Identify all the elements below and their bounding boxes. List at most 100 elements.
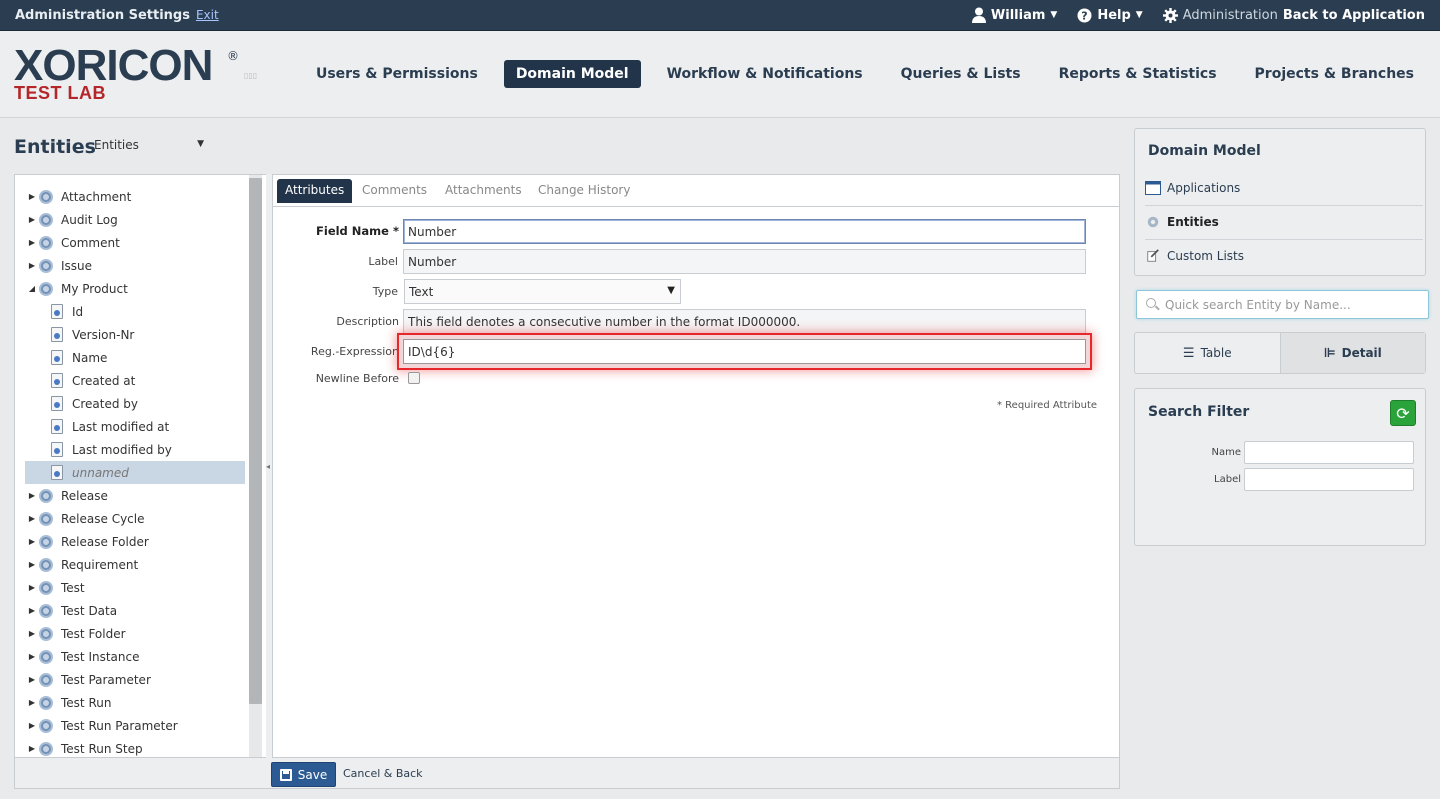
entity-type-select[interactable]: Entities ▼ bbox=[94, 138, 206, 152]
collapsed-arrow-icon[interactable]: ▶ bbox=[25, 238, 39, 247]
label-input[interactable]: Number bbox=[403, 249, 1086, 274]
tree-entity-item[interactable]: ▶ Test Run Parameter bbox=[25, 714, 245, 737]
topbar-right: William ▼ ? Help ▼ Administration Back t… bbox=[971, 7, 1425, 23]
collapsed-arrow-icon[interactable]: ▶ bbox=[25, 537, 39, 546]
back-to-application-link[interactable]: Administration Back to Application bbox=[1162, 7, 1425, 23]
tree-entity-item[interactable]: ▶ Release bbox=[25, 484, 245, 507]
tree-entity-item[interactable]: ▶ Test Parameter bbox=[25, 668, 245, 691]
exit-link[interactable]: Exit bbox=[196, 8, 219, 22]
tree-item-label: Test bbox=[61, 580, 85, 595]
nav-reports-statistics[interactable]: Reports & Statistics bbox=[1047, 60, 1229, 88]
filter-label-label: Label bbox=[1214, 474, 1241, 485]
expanded-arrow-icon[interactable]: ◢ bbox=[25, 284, 39, 293]
tree-item-label: Created at bbox=[72, 373, 136, 388]
field-icon bbox=[51, 373, 63, 388]
tree-attribute-item[interactable]: Created at bbox=[25, 369, 245, 392]
action-bar: Save Cancel & Back bbox=[14, 758, 1120, 789]
field-name-input[interactable]: Number bbox=[403, 219, 1086, 244]
tree-item-label: Created by bbox=[72, 396, 139, 411]
collapsed-arrow-icon[interactable]: ▶ bbox=[25, 629, 39, 638]
field-icon bbox=[51, 442, 63, 457]
tab-change-history[interactable]: Change History bbox=[530, 179, 638, 203]
nav-users-permissions[interactable]: Users & Permissions bbox=[304, 60, 490, 88]
tab-comments[interactable]: Comments bbox=[354, 179, 435, 203]
collapsed-arrow-icon[interactable]: ▶ bbox=[25, 606, 39, 615]
cancel-back-link[interactable]: Cancel & Back bbox=[343, 767, 423, 780]
sidebar-item-custom-lists[interactable]: Custom Lists bbox=[1145, 239, 1423, 273]
help-menu[interactable]: ? Help ▼ bbox=[1077, 8, 1143, 23]
collapsed-arrow-icon[interactable]: ▶ bbox=[25, 583, 39, 592]
type-field-label: Type bbox=[372, 285, 398, 298]
description-input[interactable]: This field denotes a consecutive number … bbox=[403, 309, 1086, 334]
wrench-icon bbox=[1147, 249, 1159, 262]
table-view-button[interactable]: ☰ Table bbox=[1135, 333, 1280, 373]
tree-entity-item[interactable]: ▶ Test Run bbox=[25, 691, 245, 714]
collapsed-arrow-icon[interactable]: ▶ bbox=[25, 491, 39, 500]
collapsed-arrow-icon[interactable]: ▶ bbox=[25, 192, 39, 201]
tree-attribute-item[interactable]: Last modified at bbox=[25, 415, 245, 438]
regex-field-label: Reg.-Expression bbox=[310, 345, 399, 358]
page-title: Entities bbox=[14, 136, 96, 158]
tree-entity-item[interactable]: ▶ Test Instance bbox=[25, 645, 245, 668]
nav-workflow-notifications[interactable]: Workflow & Notifications bbox=[655, 60, 875, 88]
user-icon bbox=[971, 7, 986, 23]
admin-settings-title: Administration Settings bbox=[15, 7, 190, 23]
custom-lists-label: Custom Lists bbox=[1167, 249, 1245, 263]
filter-label-input[interactable] bbox=[1244, 468, 1414, 491]
tree-attribute-item[interactable]: Name bbox=[25, 346, 245, 369]
chevron-down-icon: ▼ bbox=[197, 139, 204, 149]
tree-entity-item[interactable]: ▶ Audit Log bbox=[25, 208, 245, 231]
collapsed-arrow-icon[interactable]: ▶ bbox=[25, 721, 39, 730]
quick-search-input[interactable]: Quick search Entity by Name... bbox=[1136, 290, 1429, 319]
nav-projects-branches[interactable]: Projects & Branches bbox=[1243, 60, 1426, 88]
tree-attribute-item[interactable]: Id bbox=[25, 300, 245, 323]
tree-entity-item[interactable]: ▶ Test Data bbox=[25, 599, 245, 622]
detail-view-button[interactable]: ⊫ Detail bbox=[1279, 333, 1425, 373]
collapsed-arrow-icon[interactable]: ▶ bbox=[25, 215, 39, 224]
tree-entity-item[interactable]: ▶ Issue bbox=[25, 254, 245, 277]
entity-icon bbox=[39, 649, 53, 664]
tree-entity-item[interactable]: ▶ Comment bbox=[25, 231, 245, 254]
collapsed-arrow-icon[interactable]: ▶ bbox=[25, 560, 39, 569]
type-select[interactable]: Text ▼ bbox=[404, 279, 681, 304]
tree-entity-item[interactable]: ◢ My Product bbox=[25, 277, 245, 300]
tree-entity-item[interactable]: ▶ Release Cycle bbox=[25, 507, 245, 530]
sidebar-item-entities[interactable]: Entities bbox=[1145, 205, 1423, 239]
tree-entity-item[interactable]: ▶ Test bbox=[25, 576, 245, 599]
collapsed-arrow-icon[interactable]: ▶ bbox=[25, 514, 39, 523]
table-view-label: Table bbox=[1200, 346, 1232, 360]
collapsed-arrow-icon[interactable]: ▶ bbox=[25, 652, 39, 661]
tree-entity-item[interactable]: ▶ Requirement bbox=[25, 553, 245, 576]
tree-attribute-item[interactable]: Created by bbox=[25, 392, 245, 415]
tree-entity-item[interactable]: ▶ Test Run Step bbox=[25, 737, 245, 757]
collapsed-arrow-icon[interactable]: ▶ bbox=[25, 744, 39, 753]
collapsed-arrow-icon[interactable]: ▶ bbox=[25, 675, 39, 684]
collapsed-arrow-icon[interactable]: ▶ bbox=[25, 261, 39, 270]
field-icon bbox=[51, 304, 63, 319]
tree-item-label: Last modified at bbox=[72, 419, 170, 434]
tree-entity-item[interactable]: ▶ Test Folder bbox=[25, 622, 245, 645]
field-icon bbox=[51, 465, 63, 480]
tab-attachments[interactable]: Attachments bbox=[437, 179, 530, 203]
tree-entity-item[interactable]: ▶ Attachment bbox=[25, 185, 245, 208]
filter-name-label: Name bbox=[1211, 447, 1241, 458]
nav-domain-model[interactable]: Domain Model bbox=[503, 60, 641, 88]
save-button[interactable]: Save bbox=[271, 762, 336, 787]
sidebar-item-applications[interactable]: Applications bbox=[1145, 171, 1423, 205]
chevron-down-icon: ▼ bbox=[1050, 10, 1058, 20]
tab-attributes[interactable]: Attributes bbox=[277, 179, 353, 203]
entity-icon bbox=[39, 741, 53, 756]
newline-before-checkbox[interactable] bbox=[408, 372, 420, 384]
nav-queries-lists[interactable]: Queries & Lists bbox=[889, 60, 1033, 88]
tree-attribute-item[interactable]: unnamed bbox=[25, 461, 245, 484]
tree-attribute-item[interactable]: Version-Nr bbox=[25, 323, 245, 346]
tree-scrollbar-thumb[interactable] bbox=[249, 178, 262, 704]
regex-input[interactable]: ID\d{6} bbox=[403, 339, 1086, 364]
collapsed-arrow-icon[interactable]: ▶ bbox=[25, 698, 39, 707]
refresh-button[interactable]: ⟳ bbox=[1390, 400, 1416, 426]
tree-attribute-item[interactable]: Last modified by bbox=[25, 438, 245, 461]
tree-entity-item[interactable]: ▶ Release Folder bbox=[25, 530, 245, 553]
user-menu[interactable]: William ▼ bbox=[971, 7, 1058, 23]
filter-name-input[interactable] bbox=[1244, 441, 1414, 464]
registered-mark: ® bbox=[227, 49, 239, 63]
